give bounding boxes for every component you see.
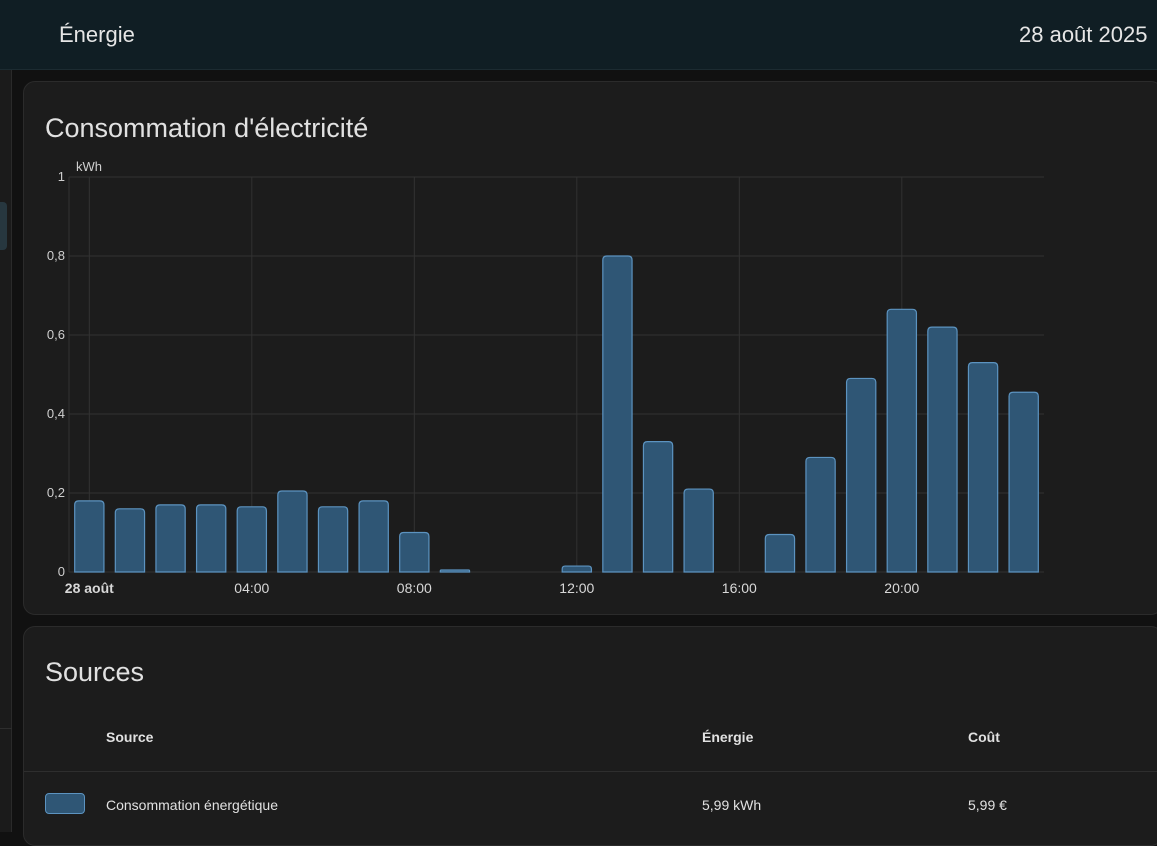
- chart-bar[interactable]: [642, 441, 674, 573]
- chart-bar[interactable]: [399, 531, 430, 573]
- chart-bar[interactable]: [602, 255, 633, 573]
- column-header-source: Source: [106, 729, 154, 745]
- electricity-consumption-card: Consommation d'électricité 0 0,2 0,4 0,6 0,8…: [23, 81, 1157, 615]
- source-energy-cell: 5,99 kWh: [702, 797, 762, 813]
- chart-bar[interactable]: [195, 504, 227, 573]
- y-tick-label: 0,6: [47, 327, 65, 342]
- chart-bar[interactable]: [886, 308, 918, 573]
- column-header-cost: Coût: [968, 729, 1000, 745]
- y-tick-label: 0,2: [47, 485, 65, 500]
- table-divider: [24, 771, 1157, 772]
- x-tick-label: 28 août: [65, 580, 114, 596]
- page-title: Énergie: [59, 22, 135, 47]
- x-tick-label: 12:00: [559, 580, 594, 596]
- sources-card-title: Sources: [45, 657, 145, 687]
- chart-bar[interactable]: [561, 565, 593, 573]
- column-header-energy: Énergie: [702, 729, 754, 745]
- y-tick-label: 0: [58, 564, 65, 579]
- consumption-bar-chart[interactable]: 0 0,2 0,4 0,6 0,8 1 28 août 04:00 08:00 12:00 16:0…: [24, 82, 1157, 616]
- chart-bar[interactable]: [317, 506, 349, 573]
- chart-bar[interactable]: [967, 362, 999, 573]
- chart-bar[interactable]: [845, 377, 877, 573]
- chart-bar[interactable]: [358, 500, 389, 573]
- top-app-bar: Énergie 28 août 2025: [0, 0, 1157, 70]
- chart-bar[interactable]: [805, 456, 836, 573]
- period-date[interactable]: 28 août 2025: [1019, 22, 1147, 48]
- sources-card: Sources Source Énergie Coût Consommation…: [23, 626, 1157, 846]
- y-unit-label: kWh: [76, 159, 102, 174]
- y-tick-label: 1: [58, 169, 65, 184]
- y-tick-label: 0,8: [47, 248, 65, 263]
- chart-bar[interactable]: [439, 569, 471, 573]
- chart-bar[interactable]: [74, 500, 105, 573]
- source-color-swatch: [45, 793, 85, 814]
- source-name-cell: Consommation énergétique: [106, 797, 278, 813]
- chart-bar[interactable]: [236, 506, 268, 573]
- y-tick-label: 0,4: [47, 406, 65, 421]
- chart-bar[interactable]: [764, 533, 796, 573]
- sidebar-active-indicator: [0, 202, 7, 250]
- x-tick-label: 16:00: [722, 580, 757, 596]
- x-tick-label: 20:00: [884, 580, 919, 596]
- sidebar: [0, 70, 12, 832]
- x-tick-label: 08:00: [397, 580, 432, 596]
- chart-bar[interactable]: [927, 326, 958, 573]
- x-tick-label: 04:00: [234, 580, 269, 596]
- chart-bar[interactable]: [277, 490, 308, 573]
- chart-bar[interactable]: [1008, 391, 1039, 573]
- sidebar-divider: [0, 728, 12, 729]
- chart-bar[interactable]: [683, 488, 714, 573]
- chart-bar[interactable]: [114, 508, 146, 573]
- source-cost-cell: 5,99 €: [968, 797, 1007, 813]
- chart-bar[interactable]: [155, 504, 186, 573]
